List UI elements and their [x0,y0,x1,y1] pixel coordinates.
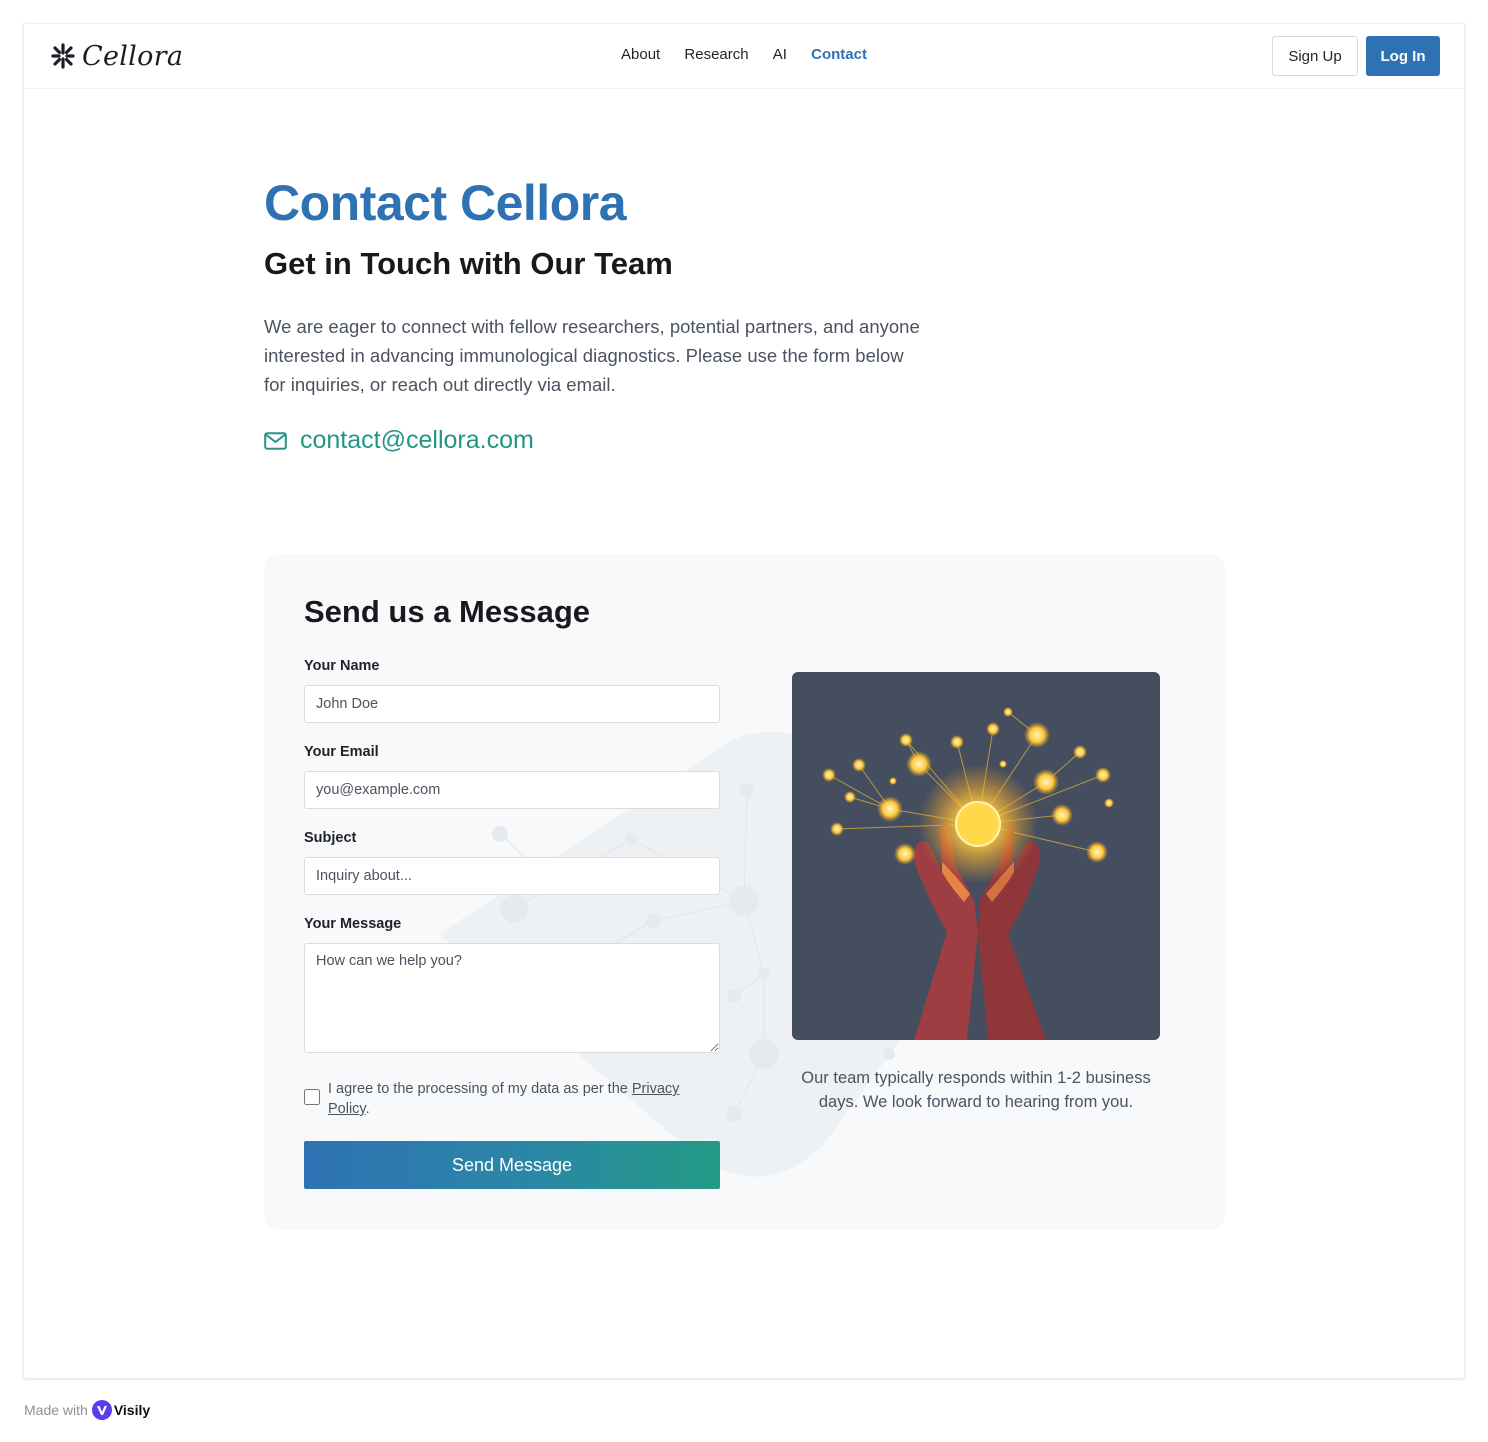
log-in-button[interactable]: Log In [1366,36,1440,76]
page-subtitle: Get in Touch with Our Team [264,246,673,281]
made-with-badge[interactable]: Made with Visily [24,1400,150,1420]
nav-link-ai[interactable]: AI [773,46,787,63]
email-input[interactable] [304,771,720,809]
message-label: Your Message [304,916,402,932]
consent-suffix: . [365,1101,370,1117]
name-input[interactable] [304,685,720,723]
nav-link-contact[interactable]: Contact [811,46,867,63]
glowing-hands-illustration [792,672,1160,1040]
consent-text: I agree to the processing of my data as … [328,1081,632,1097]
contact-form-card: Send us a Message Your Name Your Email S… [264,554,1225,1230]
intro-paragraph: We are eager to connect with fellow rese… [264,316,920,395]
name-label: Your Name [304,658,380,674]
mail-icon [264,431,287,450]
send-message-button[interactable]: Send Message [304,1141,720,1189]
page-frame: Cellora About Research AI Contact Sign U… [24,24,1464,1378]
page-title: Contact Cellora [264,175,627,231]
made-with-text: Made with [24,1402,88,1418]
subject-input[interactable] [304,857,720,895]
form-title: Send us a Message [304,594,591,629]
made-with-tool: Visily [113,1402,151,1418]
visily-logo-icon [91,1400,112,1420]
contact-email: contact@cellora.com [300,426,534,454]
top-nav-bar: Cellora About Research AI Contact Sign U… [24,24,1464,89]
consent-row: I agree to the processing of my data as … [304,1079,724,1119]
consent-checkbox[interactable] [304,1089,320,1105]
response-time-note: Our team typically responds within 1-2 b… [801,1069,1151,1111]
nav-link-about[interactable]: About [621,46,660,63]
contact-email-link[interactable]: contact@cellora.com [264,426,534,455]
email-label: Your Email [304,744,379,760]
main-nav: About Research AI Contact [24,46,1464,63]
consent-label: I agree to the processing of my data as … [328,1079,724,1119]
nav-link-research[interactable]: Research [684,46,748,63]
message-textarea[interactable] [304,943,720,1053]
subject-label: Subject [304,830,357,846]
sign-up-button[interactable]: Sign Up [1272,36,1358,76]
